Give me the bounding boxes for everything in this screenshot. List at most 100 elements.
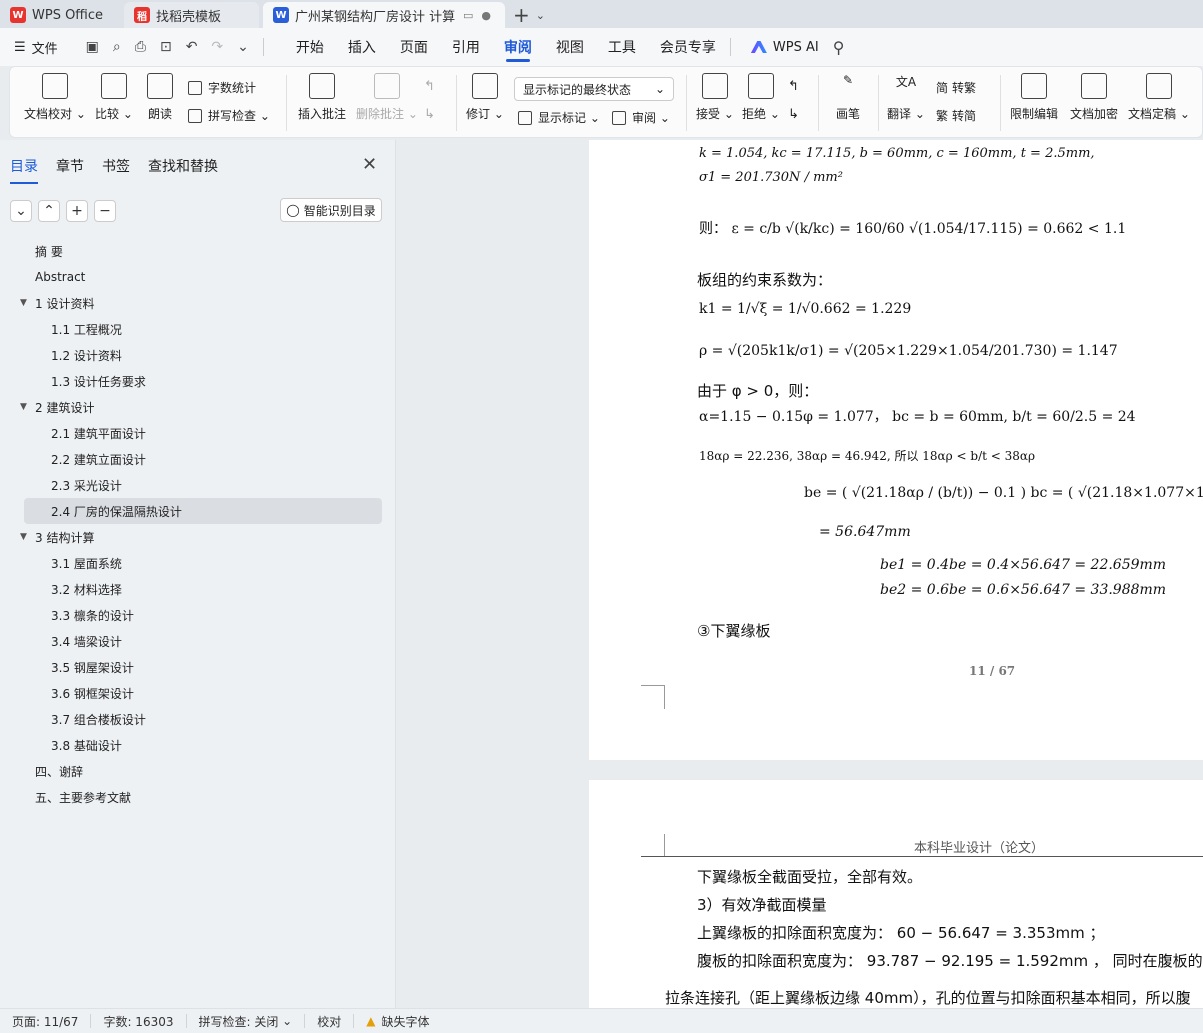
reject-button[interactable]: 拒绝 ⌄ xyxy=(742,73,780,122)
menu-review[interactable]: 审阅 xyxy=(504,28,532,66)
tab-docer-templates[interactable]: 稻 找稻壳模板 xyxy=(124,2,259,28)
review-pane-button[interactable]: 审阅 ⌄ xyxy=(612,109,670,126)
toc-item[interactable]: 3.4 墙梁设计 xyxy=(0,628,396,654)
toc-item[interactable]: 2.2 建筑立面设计 xyxy=(0,446,396,472)
toc-item[interactable]: 1.2 设计资料 xyxy=(0,342,396,368)
toc-item[interactable]: 3.3 檩条的设计 xyxy=(0,602,396,628)
wps-ai-button[interactable]: WPS AI xyxy=(750,40,819,55)
caret-down-icon[interactable]: ▼ xyxy=(20,402,35,412)
document-page[interactable]: 本科毕业设计（论文） 下翼缘板全截面受拉，全部有效。 3）有效净截面模量 上翼缘… xyxy=(589,780,1203,1008)
chevron-down-icon[interactable]: ⌄ xyxy=(536,9,545,22)
toc-item[interactable]: 3.6 钢框架设计 xyxy=(0,680,396,706)
search-icon[interactable]: ⚲ xyxy=(833,38,845,57)
spell-check-indicator[interactable]: 拼写检查: 关闭 ⌄ xyxy=(187,1014,306,1029)
toc-item[interactable]: ▼ 3 结构计算 xyxy=(0,524,396,550)
minus-icon[interactable]: − xyxy=(94,200,116,222)
toc-item[interactable]: 3.5 钢屋架设计 xyxy=(0,654,396,680)
tab-label: WPS Office xyxy=(32,7,104,23)
toc-item[interactable]: Abstract xyxy=(0,264,396,290)
to-traditional-button[interactable]: 简 转繁 xyxy=(936,79,976,96)
button-label: 限制编辑 xyxy=(1009,107,1058,121)
restrict-edit-button[interactable]: 限制编辑 xyxy=(1008,73,1060,122)
menu-references[interactable]: 引用 xyxy=(452,28,480,66)
new-tab-button[interactable]: + ⌄ xyxy=(513,2,545,28)
save-icon[interactable]: ▣ xyxy=(86,39,99,55)
toc-item[interactable]: 1.3 设计任务要求 xyxy=(0,368,396,394)
doc-line: 下翼缘板全截面受拉，全部有效。 xyxy=(697,868,923,886)
chevron-up-icon[interactable]: ⌃ xyxy=(38,200,60,222)
toc-item[interactable]: ▼ 2 建筑设计 xyxy=(0,394,396,420)
toc-item[interactable]: 五、主要参考文献 xyxy=(0,784,396,810)
plus-icon[interactable]: + xyxy=(66,200,88,222)
prev-change-icon[interactable]: ↰ xyxy=(788,79,799,94)
undo-icon[interactable]: ↶ xyxy=(186,39,198,55)
smart-toc-button[interactable]: ◯ 智能识别目录 xyxy=(280,198,382,222)
close-icon[interactable]: ✕ xyxy=(362,154,377,175)
menu-insert[interactable]: 插入 xyxy=(348,28,376,66)
menu-tools[interactable]: 工具 xyxy=(608,28,636,66)
document-page[interactable]: k = 1.054, kc = 17.115, b = 60mm, c = 16… xyxy=(589,140,1203,760)
compare-button[interactable]: 比较 ⌄ xyxy=(94,73,134,122)
proofread-indicator[interactable]: 校对 xyxy=(305,1014,355,1029)
insert-comment-button[interactable]: 插入批注 xyxy=(296,73,348,122)
finalize-icon xyxy=(1146,73,1172,99)
doc-check-button[interactable]: 文档校对 ⌄ xyxy=(24,73,86,122)
status-bar: 页面: 11/67 字数: 16303 拼写检查: 关闭 ⌄ 校对 ▲ 缺失字体 xyxy=(0,1008,1203,1033)
toc-item[interactable]: 3.7 组合楼板设计 xyxy=(0,706,396,732)
accept-button[interactable]: 接受 ⌄ xyxy=(696,73,734,122)
redo-icon[interactable]: ↷ xyxy=(211,39,223,55)
file-menu[interactable]: ☰ 文件 xyxy=(14,38,58,57)
toc-item[interactable]: 摘 要 xyxy=(0,238,396,264)
spell-check-button[interactable]: 拼写检查 ⌄ xyxy=(188,107,270,124)
missing-font-indicator[interactable]: ▲ 缺失字体 xyxy=(354,1014,441,1029)
toc-item[interactable]: 1.1 工程概况 xyxy=(0,316,396,342)
page-indicator[interactable]: 页面: 11/67 xyxy=(0,1014,92,1029)
caret-down-icon[interactable]: ▼ xyxy=(20,298,35,308)
toc-item[interactable]: 3.8 基础设计 xyxy=(0,732,396,758)
delete-comment-button[interactable]: 删除批注 ⌄ xyxy=(356,73,418,122)
translate-button[interactable]: 文A 翻译 ⌄ xyxy=(886,73,926,122)
next-comment-icon[interactable]: ↳ xyxy=(424,107,435,122)
menu-page[interactable]: 页面 xyxy=(400,28,428,66)
print-icon[interactable]: ⎙ xyxy=(135,39,146,55)
toc-item[interactable]: 3.1 屋面系统 xyxy=(0,550,396,576)
toc-item[interactable]: 2.1 建筑平面设计 xyxy=(0,420,396,446)
menu-start[interactable]: 开始 xyxy=(296,28,324,66)
screen-icon[interactable]: ▭ xyxy=(463,9,473,22)
toc-item[interactable]: 3.2 材料选择 xyxy=(0,576,396,602)
tab-toc[interactable]: 目录 xyxy=(10,156,38,184)
tab-current-document[interactable]: W 广州某钢结构厂房设计 计算说 ▭ ● xyxy=(263,2,505,28)
tab-find-replace[interactable]: 查找和替换 xyxy=(148,156,218,184)
document-area[interactable]: k = 1.054, kc = 17.115, b = 60mm, c = 16… xyxy=(396,140,1203,1008)
print-preview-icon[interactable]: ⊡ xyxy=(160,39,172,55)
caret-down-icon[interactable]: ▼ xyxy=(20,532,35,542)
compare-icon xyxy=(101,73,127,99)
next-change-icon[interactable]: ↳ xyxy=(788,107,799,122)
encrypt-button[interactable]: 文档加密 xyxy=(1068,73,1120,122)
word-count-button[interactable]: 字数统计 xyxy=(188,79,256,96)
word-count-indicator[interactable]: 字数: 16303 xyxy=(91,1014,187,1029)
track-changes-button[interactable]: 修订 ⌄ xyxy=(466,73,504,122)
chevron-down-icon[interactable]: ⌄ xyxy=(237,39,249,55)
show-markup-button[interactable]: 显示标记 ⌄ xyxy=(518,109,600,126)
pen-button[interactable]: ✎ 画笔 xyxy=(828,73,868,122)
tab-bookmarks[interactable]: 书签 xyxy=(102,156,130,184)
toc-item[interactable]: ▼ 1 设计资料 xyxy=(0,290,396,316)
toc-item[interactable]: 四、谢辞 xyxy=(0,758,396,784)
toc-item-label: 3.4 墙梁设计 xyxy=(51,634,122,649)
finalize-button[interactable]: 文档定稿 ⌄ xyxy=(1128,73,1190,122)
toc-item[interactable]: 2.3 采光设计 xyxy=(0,472,396,498)
to-simplified-button[interactable]: 繁 转简 xyxy=(936,107,976,124)
menu-view[interactable]: 视图 xyxy=(556,28,584,66)
tab-wps-office[interactable]: W WPS Office xyxy=(0,2,120,28)
tab-sections[interactable]: 章节 xyxy=(56,156,84,184)
markup-state-dropdown[interactable]: 显示标记的最终状态 ⌄ xyxy=(514,77,674,101)
chevron-down-icon[interactable]: ⌄ xyxy=(10,200,32,222)
menu-member[interactable]: 会员专享 xyxy=(660,28,716,66)
pen-icon: ✎ xyxy=(842,73,854,87)
read-aloud-button[interactable]: 朗读 xyxy=(144,73,176,122)
export-icon[interactable]: ⌕ xyxy=(113,39,121,55)
dot-icon[interactable]: ● xyxy=(481,9,491,22)
toc-item[interactable]: 2.4 厂房的保温隔热设计 xyxy=(24,498,382,524)
prev-comment-icon[interactable]: ↰ xyxy=(424,79,435,94)
